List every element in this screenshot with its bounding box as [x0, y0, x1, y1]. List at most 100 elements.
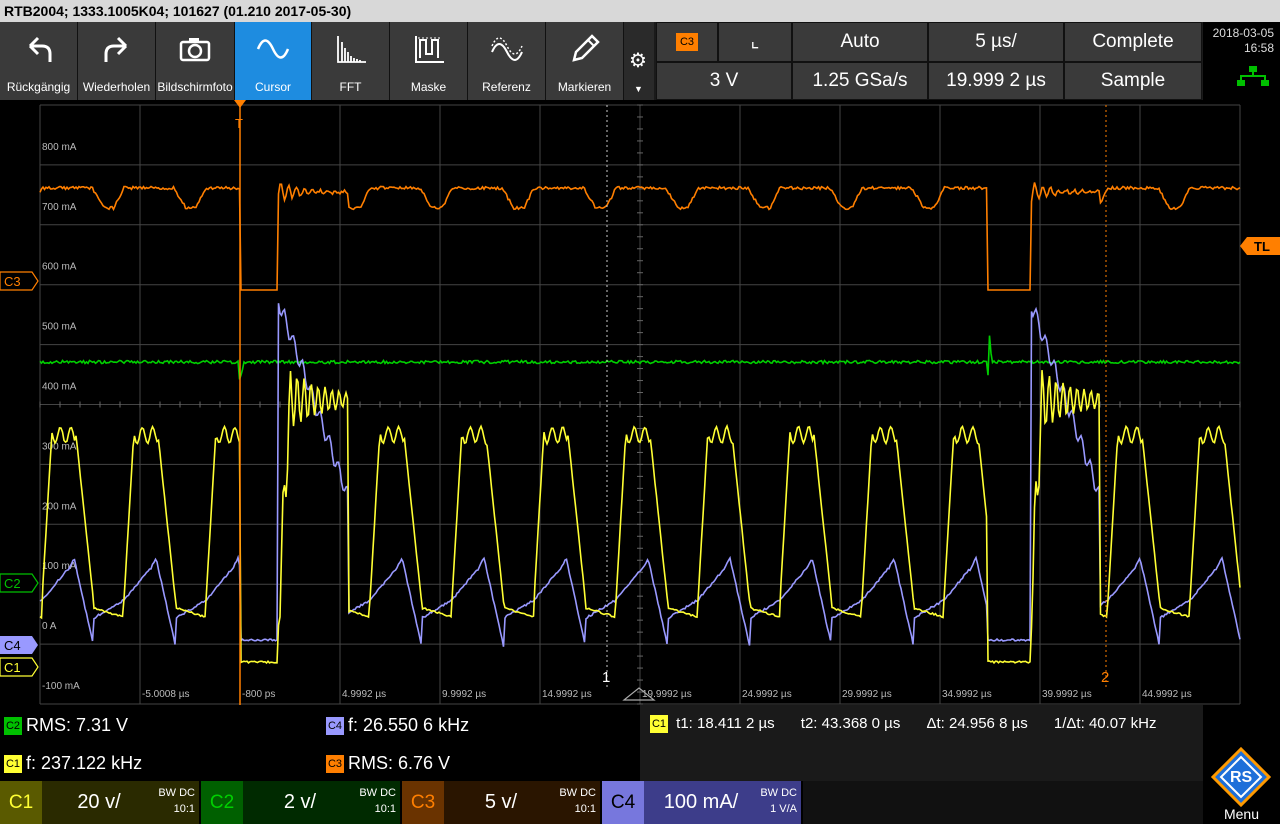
x-axis-label: -800 ps	[242, 689, 275, 700]
time-text: 16:58	[1243, 41, 1274, 55]
x-axis-label: 39.9992 µs	[1042, 689, 1092, 700]
cursor-readout: C1 t1: 18.411 2 µs t2: 43.368 0 µs Δt: 2…	[650, 715, 1157, 734]
trigger-source-badge: C3	[676, 33, 698, 51]
c2-rms-measurement[interactable]: C2 RMS: 7.31 V	[4, 715, 128, 736]
redo-label: Wiederholen	[82, 80, 151, 94]
fft-button[interactable]: FFT	[312, 22, 390, 100]
c3-scale: 5 v/	[484, 791, 518, 813]
c2-offset-marker: C2	[0, 573, 39, 593]
rohde-schwarz-logo-icon: RS	[1211, 747, 1271, 807]
fft-icon	[336, 36, 366, 63]
title-bar: RTB2004; 1333.1005K04; 101627 (01.210 20…	[0, 0, 1280, 22]
channel-c3-tile[interactable]: C3 5 v/ BW DC 10:1	[402, 781, 602, 824]
cursor-source-badge: C1	[650, 715, 668, 734]
acq-mode: Sample	[1100, 70, 1166, 91]
acq-state: Complete	[1092, 31, 1174, 52]
c2-scale: 2 v/	[283, 791, 317, 813]
x-axis-labels: -5.0008 µs -800 ps 4.9992 µs 9.9992 µs 14.99…	[142, 689, 1192, 700]
c3-offset-marker: C3	[0, 271, 39, 291]
reference-icon	[490, 37, 523, 61]
trigger-source-cell[interactable]: C3	[656, 22, 718, 62]
timebase-value: 5 µs/	[975, 31, 1017, 52]
c1-probe: 10:1	[173, 803, 195, 815]
undo-button[interactable]: Rückgängig	[0, 22, 78, 100]
trigger-mode-cell[interactable]: Auto	[792, 22, 928, 62]
x-axis-label: 4.9992 µs	[342, 689, 386, 700]
acq-state-cell[interactable]: Complete	[1064, 22, 1202, 62]
title-text: RTB2004; 1333.1005K04; 101627 (01.210 20…	[4, 3, 352, 19]
pencil-icon	[571, 34, 600, 62]
x-axis-label: -5.0008 µs	[142, 689, 189, 700]
screenshot-label: Bildschirmfoto	[157, 80, 233, 94]
y-axis-label: 300 mA	[42, 441, 77, 452]
timebase-cell[interactable]: 5 µs/	[928, 22, 1064, 62]
x-axis-label: 34.9992 µs	[942, 689, 992, 700]
waveform-display[interactable]: 800 mA 700 mA 600 mA 500 mA 400 mA 300 mA 200 …	[0, 100, 1280, 705]
y-axis-label: -100 mA	[42, 681, 80, 692]
trigger-level-cell[interactable]: 3 V	[656, 62, 792, 100]
cursor-t1: t1: 18.411 2 µs	[676, 715, 775, 732]
cursor-dt: Δt: 24.956 8 µs	[926, 715, 1028, 732]
c2-probe: 10:1	[374, 803, 396, 815]
x-axis-label: 24.9992 µs	[742, 689, 792, 700]
c2-bw: BW DC	[359, 787, 396, 799]
c3-name: C3	[402, 781, 444, 824]
c3-probe: 10:1	[574, 803, 596, 815]
c3-badge: C3	[326, 755, 344, 774]
c4-name: C4	[602, 781, 644, 824]
c1-name: C1	[0, 781, 42, 824]
svg-text:C1: C1	[4, 660, 21, 675]
x-axis-label: 29.9992 µs	[842, 689, 892, 700]
x-axis-label: 14.9992 µs	[542, 689, 592, 700]
c3-rms-measurement[interactable]: C3 RMS: 6.76 V	[326, 753, 450, 774]
network-icon	[1237, 66, 1269, 86]
c4-badge: C4	[326, 717, 344, 736]
trigger-level-marker: TL	[1240, 237, 1280, 255]
cursor2-label: 2	[1101, 669, 1109, 686]
svg-text:TL: TL	[1254, 239, 1270, 254]
y-axis-label: 400 mA	[42, 382, 77, 393]
horizontal-position-cell[interactable]: 19.999 2 µs	[928, 62, 1064, 100]
y-axis-label: 700 mA	[42, 202, 77, 213]
waveform-svg: 800 mA700 mA600 mA500 mA400 mA300 mA200 …	[0, 100, 1280, 705]
undo-icon	[28, 36, 51, 62]
c1-frequency-measurement[interactable]: C1 f: 237.122 kHz	[4, 753, 142, 774]
trigger-mode: Auto	[840, 31, 880, 52]
cursor-measurement-panel[interactable]: C1 t1: 18.411 2 µs t2: 43.368 0 µs Δt: 2…	[640, 705, 1203, 781]
falling-edge-icon: ⌞	[750, 31, 760, 52]
screenshot-button[interactable]: Bildschirmfoto	[156, 22, 235, 100]
c3-bw: BW DC	[559, 787, 596, 799]
sample-rate-cell[interactable]: 1.25 GSa/s	[792, 62, 928, 100]
svg-text:C2: C2	[4, 576, 21, 591]
redo-icon	[104, 36, 127, 62]
channel-c2-tile[interactable]: C2 2 v/ BW DC 10:1	[201, 781, 402, 824]
channel-c4-tile[interactable]: C4 100 mA/ BW DC 1 V/A	[602, 781, 803, 824]
x-axis-label: 9.9992 µs	[442, 689, 486, 700]
reference-label: Referenz	[482, 80, 531, 94]
trigger-slope-cell[interactable]: ⌞	[718, 22, 792, 62]
datetime: 2018-03-05 16:58	[1203, 22, 1280, 100]
horizontal-position: 19.999 2 µs	[946, 70, 1046, 91]
menu-button[interactable]: RS Menu	[1203, 745, 1280, 824]
settings-menu-button[interactable]: ⚙ ▼	[624, 22, 654, 100]
c2-rms-text: RMS: 7.31 V	[26, 715, 129, 735]
acq-mode-cell[interactable]: Sample	[1064, 62, 1202, 100]
mask-icon	[414, 36, 444, 63]
mask-button[interactable]: Maske	[390, 22, 468, 100]
redo-button[interactable]: Wiederholen	[78, 22, 156, 100]
reference-button[interactable]: Referenz	[468, 22, 546, 100]
gear-icon: ⚙	[629, 50, 647, 72]
mark-button[interactable]: Markieren	[546, 22, 624, 100]
menu-label: Menu	[1223, 806, 1260, 822]
c1-badge: C1	[4, 755, 22, 774]
c4-frequency-measurement[interactable]: C4 f: 26.550 6 kHz	[326, 715, 469, 736]
cursor-button[interactable]: Cursor	[235, 22, 312, 100]
c3-rms-text: RMS: 6.76 V	[348, 753, 451, 773]
y-axis-label: 800 mA	[42, 142, 77, 153]
mask-label: Maske	[410, 80, 447, 94]
cursor1-label: 1	[602, 669, 610, 686]
cursor-inv-dt: 1/Δt: 40.07 kHz	[1053, 715, 1157, 732]
channel-c1-tile[interactable]: C1 20 v/ BW DC 10:1	[0, 781, 201, 824]
svg-text:C3: C3	[4, 274, 21, 289]
c4-offset-marker: C4	[0, 636, 38, 654]
